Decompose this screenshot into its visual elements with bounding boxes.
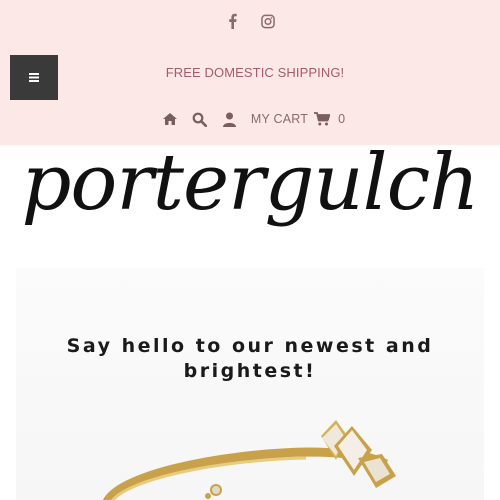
cart-icon[interactable]	[314, 112, 331, 126]
instagram-icon[interactable]	[261, 12, 275, 30]
home-icon[interactable]	[162, 110, 178, 128]
hero-headline-line-2: brightest!	[183, 360, 317, 382]
facebook-icon[interactable]	[225, 12, 239, 30]
hero-headline: Say hello to our newest and brightest!	[16, 334, 484, 384]
site-logo[interactable]: portergulch	[0, 138, 500, 228]
ring-image	[103, 420, 396, 500]
header-topbar: FREE DOMESTIC SHIPPING! MY CART 0	[0, 0, 500, 145]
hero-headline-line-1: Say hello to our newest and	[66, 335, 434, 357]
social-links	[0, 12, 500, 30]
account-icon[interactable]	[222, 110, 238, 128]
cart-count[interactable]: 0	[338, 112, 345, 126]
header-nav: MY CART 0	[0, 110, 500, 128]
hero-banner[interactable]: Say hello to our newest and brightest!	[16, 268, 484, 500]
shipping-promo-text: FREE DOMESTIC SHIPPING!	[165, 65, 345, 80]
cart-label[interactable]: MY CART	[251, 112, 308, 126]
search-icon[interactable]	[192, 110, 208, 128]
